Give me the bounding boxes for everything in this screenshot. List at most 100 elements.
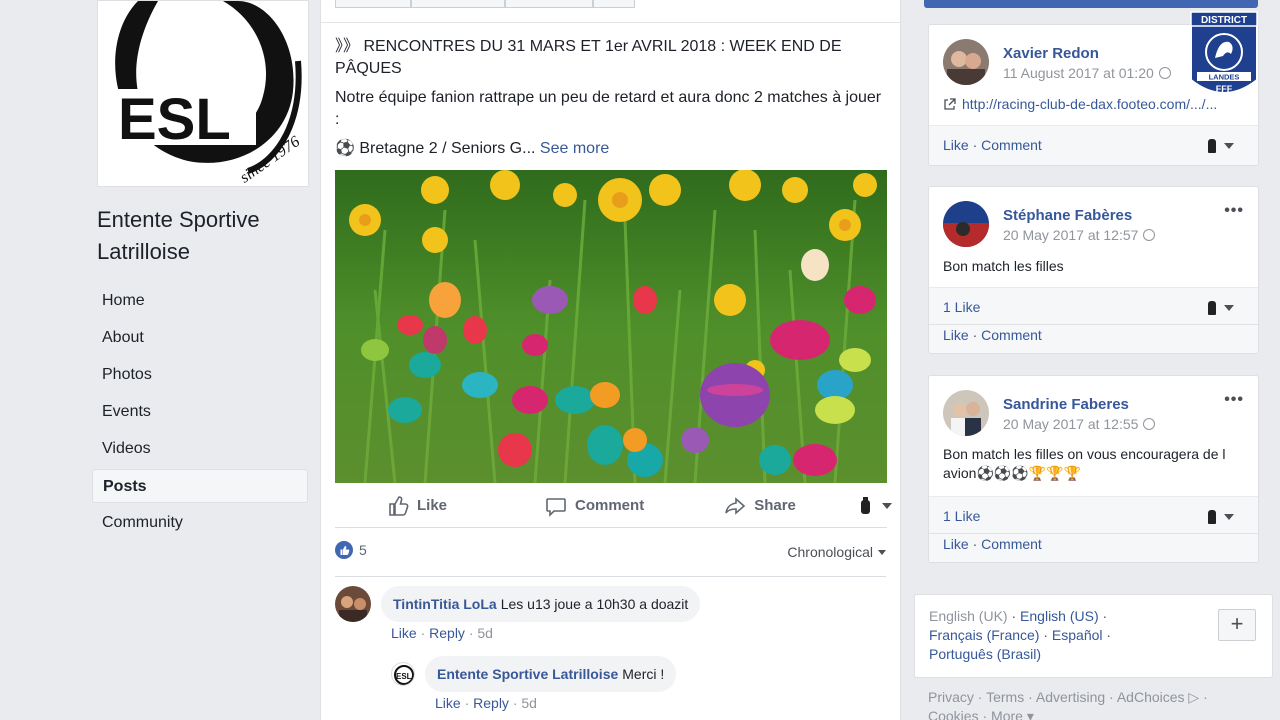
profile-silhouette-icon	[860, 496, 870, 514]
nav-item-about[interactable]: About	[92, 321, 308, 355]
share-label: Share	[754, 497, 796, 514]
post-teaser: ⚽ Bretagne 2 / Seniors G... See more	[335, 138, 885, 160]
card-footer: Like · Comment	[929, 125, 1258, 165]
avatar[interactable]: ESL	[391, 662, 415, 686]
likes-count-link[interactable]: 1 Like	[943, 299, 980, 315]
visitor-post-card: Stéphane Fabères 20 May 2017 at 12:57 ••…	[928, 186, 1259, 354]
badge-top-text: DISTRICT	[1201, 15, 1247, 26]
nav-item-photos[interactable]: Photos	[92, 358, 308, 392]
badge-org-text: FFF	[1216, 84, 1233, 94]
comment-label: Comment	[575, 497, 645, 514]
comment-link[interactable]: Comment	[981, 327, 1042, 343]
comment-author[interactable]: Entente Sportive Latrilloise	[437, 666, 618, 682]
caret-down-icon	[881, 502, 892, 509]
like-link[interactable]: Like	[943, 327, 969, 343]
comment-sort-dropdown[interactable]: Chronological	[787, 544, 886, 560]
comment-link[interactable]: Comment	[981, 137, 1042, 153]
post-date[interactable]: 20 May 2017 at 12:57	[1003, 227, 1156, 243]
avatar[interactable]	[943, 390, 989, 436]
avatar-text: ESL	[396, 672, 412, 681]
reaction-selector[interactable]	[1208, 510, 1234, 524]
external-link-icon	[944, 98, 956, 110]
caret-down-icon	[1224, 514, 1234, 520]
likes-count-link[interactable]: 1 Like	[943, 508, 980, 524]
author-name[interactable]: Sandrine Faberes	[1003, 396, 1155, 413]
comment-reply-link[interactable]: Reply	[473, 695, 509, 711]
comment-text: Merci !	[622, 666, 665, 682]
nav-item-videos[interactable]: Videos	[92, 432, 308, 466]
comment-reply: ESL Entente Sportive Latrilloise Merci !	[391, 656, 677, 692]
comment-reply-link[interactable]: Reply	[429, 625, 465, 641]
reaction-summary[interactable]: 5	[335, 541, 367, 559]
nav-item-posts[interactable]: Posts	[92, 469, 308, 503]
caret-down-icon	[1224, 143, 1234, 149]
comment-icon	[546, 497, 566, 517]
footer-link[interactable]: Privacy	[928, 689, 974, 705]
language-link[interactable]: English (US)	[1020, 608, 1099, 624]
footer-link[interactable]: More	[991, 708, 1023, 720]
reaction-selector[interactable]	[1208, 139, 1234, 153]
comment-text: Les u13 joue a 10h30 a doazit	[500, 596, 689, 612]
caret-down-icon	[1224, 305, 1234, 311]
comment-like-link[interactable]: Like	[435, 695, 461, 711]
post-date[interactable]: 20 May 2017 at 12:55	[1003, 416, 1156, 432]
post-text: 》》 RENCONTRES DU 31 MARS ET 1er AVRIL 20…	[335, 36, 885, 167]
language-link[interactable]: Português (Brasil)	[929, 646, 1041, 662]
top-tab[interactable]	[335, 0, 411, 8]
comment-button[interactable]: Comment	[545, 495, 644, 517]
more-options-icon[interactable]: •••	[1224, 391, 1244, 409]
like-link[interactable]: Like	[943, 536, 969, 552]
comment-meta: Like · Reply · 5d	[391, 625, 493, 641]
divider	[335, 576, 886, 577]
avatar[interactable]	[943, 39, 989, 85]
page-logo[interactable]: ESL since 1976	[97, 0, 309, 187]
avatar[interactable]	[335, 586, 371, 622]
more-options-icon[interactable]: •••	[1224, 202, 1244, 220]
divider	[321, 22, 900, 23]
like-link[interactable]: Like	[943, 137, 969, 153]
header-button-edge[interactable]	[924, 0, 1258, 8]
see-more-link[interactable]: See more	[540, 140, 609, 157]
language-link[interactable]: Français (France)	[929, 627, 1039, 643]
reaction-selector[interactable]	[858, 496, 892, 515]
reaction-selector[interactable]	[1208, 301, 1234, 315]
nav-item-community[interactable]: Community	[92, 506, 308, 540]
globe-icon	[1158, 67, 1171, 79]
add-language-button[interactable]: +	[1218, 609, 1256, 641]
comment-bubble: TintinTitia LoLa Les u13 joue a 10h30 a …	[381, 586, 701, 622]
like-button[interactable]: Like	[387, 495, 447, 517]
comment-link[interactable]: Comment	[981, 536, 1042, 552]
top-tab[interactable]	[593, 0, 635, 8]
avatar[interactable]	[943, 201, 989, 247]
thumbs-up-icon	[389, 495, 409, 516]
comment-like-link[interactable]: Like	[391, 625, 417, 641]
current-language: English (UK)	[929, 608, 1008, 624]
visitor-post-card: Sandrine Faberes 20 May 2017 at 12:55 ••…	[928, 375, 1259, 563]
nav-item-events[interactable]: Events	[92, 395, 308, 429]
footer-link[interactable]: AdChoices	[1117, 689, 1185, 705]
post-image[interactable]	[335, 170, 887, 483]
post-text: Bon match les filles on vous encouragera…	[943, 446, 1226, 481]
post-date-text: 11 August 2017 at 01:20	[1003, 65, 1154, 81]
footer-link[interactable]: Advertising	[1036, 689, 1105, 705]
author-name[interactable]: Stéphane Fabères	[1003, 207, 1155, 224]
post-teaser-text: ⚽ Bretagne 2 / Seniors G...	[335, 140, 536, 157]
comment-author[interactable]: TintinTitia LoLa	[393, 596, 497, 612]
post-actions: Like Comment Share	[335, 484, 892, 528]
footer-link[interactable]: Terms	[986, 689, 1024, 705]
language-link[interactable]: Español	[1052, 627, 1103, 643]
top-tab[interactable]	[505, 0, 593, 8]
footer-link[interactable]: Cookies	[928, 708, 979, 720]
globe-icon	[1143, 418, 1156, 430]
page-title[interactable]: Entente Sportive Latrilloise	[97, 204, 317, 268]
top-tab[interactable]	[411, 0, 505, 8]
nav-item-home[interactable]: Home	[92, 284, 308, 318]
sort-label: Chronological	[787, 544, 873, 560]
badge-bottom-text: LANDES	[1209, 73, 1240, 82]
post-date-text: 20 May 2017 at 12:55	[1003, 416, 1139, 432]
shared-link[interactable]: http://racing-club-de-dax.footeo.com/...…	[962, 95, 1217, 114]
share-button[interactable]: Share	[724, 495, 796, 517]
profile-silhouette-icon	[1208, 139, 1216, 153]
author-name[interactable]: Xavier Redon	[1003, 45, 1171, 62]
post-date[interactable]: 11 August 2017 at 01:20	[1003, 65, 1171, 81]
